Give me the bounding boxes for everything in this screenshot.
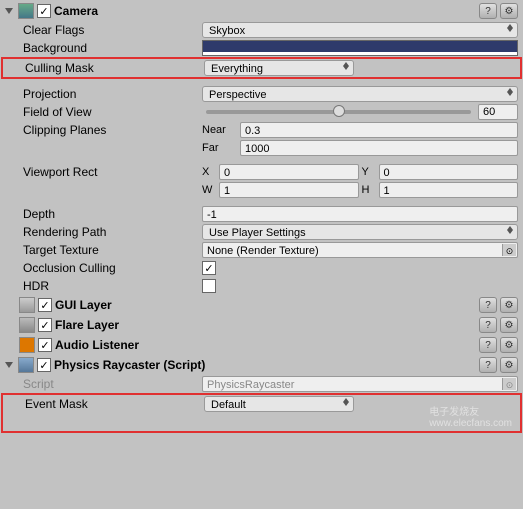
rendering-path-dropdown[interactable]: Use Player Settings <box>202 224 518 240</box>
viewport-label: Viewport Rect <box>23 165 198 179</box>
fov-row: Field of View <box>1 103 522 121</box>
camera-component-header[interactable]: ✓ Camera ? ⚙ <box>1 1 522 21</box>
vy-label: Y <box>362 166 376 178</box>
flare-layer-title: Flare Layer <box>55 318 476 332</box>
target-texture-field[interactable]: None (Render Texture) ⊙ <box>202 242 518 258</box>
clipping-row-far: Far 1000 <box>1 139 522 157</box>
far-input[interactable]: 1000 <box>240 140 518 156</box>
clipping-row-near: Clipping Planes Near 0.3 <box>1 121 522 139</box>
near-input[interactable]: 0.3 <box>240 122 518 138</box>
clipping-label: Clipping Planes <box>23 123 198 137</box>
event-mask-highlight: Event Mask Default 电子发烧友 www.elecfans.co… <box>1 393 522 433</box>
gui-layer-header[interactable]: ✓ GUI Layer ? ⚙ <box>1 295 522 315</box>
physics-raycaster-title: Physics Raycaster (Script) <box>54 358 476 372</box>
culling-mask-label: Culling Mask <box>25 61 200 75</box>
rendering-path-row: Rendering Path Use Player Settings <box>1 223 522 241</box>
background-color-field[interactable] <box>202 40 518 56</box>
viewport-y-input[interactable]: 0 <box>379 164 519 180</box>
vh-label: H <box>362 184 376 196</box>
hdr-checkbox[interactable] <box>202 279 216 293</box>
near-label: Near <box>202 124 237 136</box>
background-row: Background <box>1 39 522 57</box>
target-texture-label: Target Texture <box>23 243 198 257</box>
clear-flags-dropdown[interactable]: Skybox <box>202 22 518 38</box>
clear-flags-label: Clear Flags <box>23 23 198 37</box>
fov-slider[interactable] <box>206 110 471 114</box>
object-picker-icon[interactable]: ⊙ <box>502 244 516 256</box>
script-label: Script <box>23 377 198 391</box>
script-value: PhysicsRaycaster <box>207 379 294 391</box>
target-texture-row: Target Texture None (Render Texture) ⊙ <box>1 241 522 259</box>
foldout-icon[interactable] <box>5 8 13 14</box>
viewport-w-input[interactable]: 1 <box>219 182 359 198</box>
slider-thumb-icon[interactable] <box>333 105 345 117</box>
fov-input[interactable] <box>478 104 518 120</box>
gear-icon[interactable]: ⚙ <box>500 3 518 19</box>
audio-listener-icon <box>19 337 35 353</box>
viewport-row-1: Viewport Rect X 0 Y 0 <box>1 163 522 181</box>
flare-layer-header[interactable]: ✓ Flare Layer ? ⚙ <box>1 315 522 335</box>
audio-listener-checkbox[interactable]: ✓ <box>38 338 52 352</box>
viewport-row-2: W 1 H 1 <box>1 181 522 199</box>
event-mask-row: Event Mask Default <box>3 395 520 413</box>
clear-flags-row: Clear Flags Skybox <box>1 21 522 39</box>
physics-raycaster-header[interactable]: ✓ Physics Raycaster (Script) ? ⚙ <box>1 355 522 375</box>
vx-label: X <box>202 166 216 178</box>
gui-layer-checkbox[interactable]: ✓ <box>38 298 52 312</box>
camera-title: Camera <box>54 4 476 18</box>
help-icon[interactable]: ? <box>479 297 497 313</box>
physics-raycaster-icon <box>18 357 34 373</box>
projection-dropdown[interactable]: Perspective <box>202 86 518 102</box>
occlusion-checkbox[interactable]: ✓ <box>202 261 216 275</box>
occlusion-row: Occlusion Culling ✓ <box>1 259 522 277</box>
culling-mask-row: Culling Mask Everything <box>3 59 520 77</box>
gui-layer-title: GUI Layer <box>55 298 476 312</box>
projection-row: Projection Perspective <box>1 85 522 103</box>
depth-row: Depth -1 <box>1 205 522 223</box>
flare-layer-checkbox[interactable]: ✓ <box>38 318 52 332</box>
inspector-panel: ✓ Camera ? ⚙ Clear Flags Skybox Backgrou… <box>0 0 523 434</box>
help-icon[interactable]: ? <box>479 3 497 19</box>
depth-input[interactable]: -1 <box>202 206 518 222</box>
gear-icon[interactable]: ⚙ <box>500 297 518 313</box>
gear-icon[interactable]: ⚙ <box>500 337 518 353</box>
hdr-label: HDR <box>23 279 198 293</box>
viewport-x-input[interactable]: 0 <box>219 164 359 180</box>
help-icon[interactable]: ? <box>479 357 497 373</box>
flare-layer-icon <box>19 317 35 333</box>
help-icon[interactable]: ? <box>479 337 497 353</box>
camera-enable-checkbox[interactable]: ✓ <box>37 4 51 18</box>
event-mask-dropdown[interactable]: Default <box>204 396 354 412</box>
culling-mask-dropdown[interactable]: Everything <box>204 60 354 76</box>
vw-label: W <box>202 184 216 196</box>
target-texture-value: None (Render Texture) <box>207 245 319 257</box>
fov-label: Field of View <box>23 105 198 119</box>
event-mask-label: Event Mask <box>25 397 200 411</box>
camera-icon <box>18 3 34 19</box>
depth-label: Depth <box>23 207 198 221</box>
viewport-h-input[interactable]: 1 <box>379 182 519 198</box>
foldout-icon[interactable] <box>5 362 13 368</box>
help-icon[interactable]: ? <box>479 317 497 333</box>
hdr-row: HDR <box>1 277 522 295</box>
occlusion-label: Occlusion Culling <box>23 261 198 275</box>
audio-listener-title: Audio Listener <box>55 338 476 352</box>
audio-listener-header[interactable]: ✓ Audio Listener ? ⚙ <box>1 335 522 355</box>
physics-raycaster-checkbox[interactable]: ✓ <box>37 358 51 372</box>
projection-label: Projection <box>23 87 198 101</box>
culling-mask-highlight: Culling Mask Everything <box>1 57 522 79</box>
gear-icon[interactable]: ⚙ <box>500 317 518 333</box>
script-row: Script PhysicsRaycaster ⊙ <box>1 375 522 393</box>
far-label: Far <box>202 142 237 154</box>
script-field: PhysicsRaycaster ⊙ <box>202 376 518 392</box>
gear-icon[interactable]: ⚙ <box>500 357 518 373</box>
gui-layer-icon <box>19 297 35 313</box>
object-picker-icon: ⊙ <box>502 378 516 390</box>
background-label: Background <box>23 41 198 55</box>
rendering-path-label: Rendering Path <box>23 225 198 239</box>
